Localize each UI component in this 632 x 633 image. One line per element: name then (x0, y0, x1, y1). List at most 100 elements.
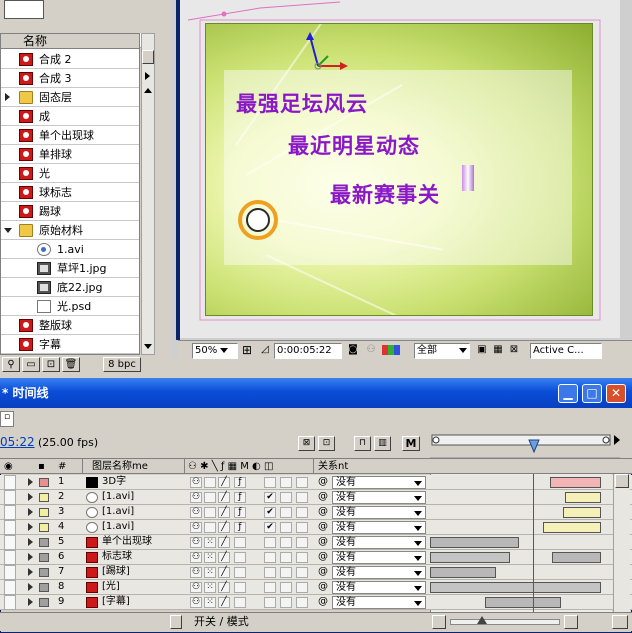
collapse-switch[interactable]: ⁙ (204, 582, 216, 593)
layer-row[interactable]: 3 [1.avi] ⚇ ╱ ƒ ✔ @ 没有 (0, 505, 632, 520)
motion-blur-switch[interactable] (264, 537, 276, 548)
layer-visibility-toggle[interactable] (4, 520, 16, 535)
layer-label-color[interactable] (39, 523, 49, 532)
adjustment-switch[interactable] (280, 522, 292, 533)
shy-switch[interactable]: ⚇ (190, 537, 202, 548)
layer-visibility-toggle[interactable] (4, 475, 16, 490)
project-item[interactable]: 字幕 (1, 335, 139, 354)
trash-icon[interactable]: 🗑 (62, 357, 80, 372)
project-item[interactable]: 单排球 (1, 145, 139, 164)
project-item[interactable]: 草坪1.jpg (1, 259, 139, 278)
scroll-thumb[interactable] (142, 50, 154, 64)
pick-whip-icon[interactable]: @ (318, 520, 328, 535)
timeline-zoom-slider[interactable] (450, 616, 560, 625)
3d-layer-switch[interactable] (296, 477, 308, 488)
layer-duration-bar[interactable] (562, 507, 602, 518)
project-vertical-scrollbar[interactable] (141, 33, 155, 355)
scroll-up-icon[interactable] (615, 474, 629, 488)
adjustment-switch[interactable] (280, 507, 292, 518)
effect-switch[interactable] (234, 537, 246, 548)
camera-dropdown[interactable]: Active C... (530, 343, 602, 359)
project-item[interactable]: 合成 2 (1, 50, 139, 69)
zoom-out-timeline-icon[interactable] (432, 615, 446, 629)
shy-switch[interactable]: ⚇ (190, 507, 202, 518)
quality-switch[interactable]: ╱ (218, 522, 230, 533)
effect-switch[interactable]: ƒ (234, 522, 246, 533)
resolution-dropdown[interactable]: 全部 (414, 343, 470, 359)
layer-duration-bar[interactable] (430, 552, 511, 563)
motion-blur-switch[interactable]: ✔ (264, 522, 276, 533)
new-folder-icon[interactable]: ▭ (22, 357, 40, 372)
adjustment-switch[interactable] (280, 552, 292, 563)
parent-dropdown[interactable]: 没有 (332, 581, 426, 594)
effect-switch[interactable] (234, 582, 246, 593)
motion-blur-switch[interactable] (264, 597, 276, 608)
project-item[interactable]: 光.psd (1, 297, 139, 316)
collapse-switch[interactable]: ⁙ (204, 537, 216, 548)
find-icon[interactable]: ⚲ (2, 357, 20, 372)
layer-expand-icon[interactable] (28, 538, 33, 546)
scroll-left-icon[interactable] (170, 615, 182, 629)
quality-switch[interactable]: ╱ (218, 582, 230, 593)
layer-duration-bar[interactable] (542, 522, 602, 533)
layer-label-color[interactable] (39, 583, 49, 592)
project-item[interactable]: 合成 3 (1, 69, 139, 88)
layer-name[interactable]: [1.avi] (102, 505, 134, 520)
region-of-interest-icon[interactable]: ▣ (476, 343, 488, 359)
collapse-switch[interactable]: ⁙ (204, 567, 216, 578)
parent-dropdown[interactable]: 没有 (332, 521, 426, 534)
3d-layer-switch[interactable] (296, 492, 308, 503)
project-item-list[interactable]: 名称 合成 2 合成 3 固态层成单个出现球 单排球光球标志 踢球 原始材料 1.avi 草坪… (0, 33, 140, 355)
layer-label-color[interactable] (39, 478, 49, 487)
layer-visibility-toggle[interactable] (4, 595, 16, 610)
collapse-switch[interactable] (204, 477, 216, 488)
current-time-display[interactable]: 0:00:05:22 (274, 343, 342, 359)
layer-duration-bar[interactable] (484, 597, 562, 608)
quality-switch[interactable]: ╱ (218, 537, 230, 548)
layer-visibility-toggle[interactable] (4, 505, 16, 520)
bit-depth-button[interactable]: 8 bpc (103, 357, 141, 372)
layer-name[interactable]: [踢球] (102, 565, 130, 580)
3d-layer-switch[interactable] (296, 522, 308, 533)
effect-switch[interactable]: ƒ (234, 492, 246, 503)
3d-layer-switch[interactable] (296, 552, 308, 563)
layer-name[interactable]: [字幕] (102, 595, 130, 610)
mask-icon[interactable]: ◿ (258, 343, 272, 359)
comp-flowchart-icon[interactable]: ⊡ (318, 436, 335, 451)
draft-3d-icon[interactable]: ⊓ (354, 436, 371, 451)
column-header-number[interactable]: # (58, 459, 66, 474)
motion-blur-switch[interactable] (264, 477, 276, 488)
3d-layer-switch[interactable] (296, 597, 308, 608)
show-snapshot-icon[interactable]: ⚇ (364, 343, 378, 359)
frame-blending-icon[interactable]: ▥ (374, 436, 391, 451)
channel-icon[interactable] (382, 343, 404, 359)
project-item[interactable]: 踢球 (1, 202, 139, 221)
collapse-switch[interactable] (204, 492, 216, 503)
expand-open-icon[interactable] (4, 228, 12, 233)
column-header-layer-name[interactable]: 图层名称me (92, 459, 148, 474)
layer-name[interactable]: [光] (102, 580, 120, 595)
3d-layer-switch[interactable] (296, 507, 308, 518)
shy-switch[interactable]: ⚇ (190, 492, 202, 503)
effect-switch[interactable] (234, 567, 246, 578)
zoom-in-timeline-icon[interactable] (564, 615, 578, 629)
layer-duration-bar[interactable] (430, 537, 520, 548)
effect-switch[interactable] (234, 552, 246, 563)
pick-whip-icon[interactable]: @ (318, 580, 328, 595)
layer-duration-bar[interactable] (430, 567, 496, 578)
layer-visibility-toggle[interactable] (4, 580, 16, 595)
layer-row[interactable]: 8 [光] ⚇ ⁙ ╱ @ 没有 (0, 580, 632, 595)
collapse-switch[interactable] (204, 507, 216, 518)
pick-whip-icon[interactable]: @ (318, 565, 328, 580)
quality-switch[interactable]: ╱ (218, 597, 230, 608)
motion-blur-switch[interactable] (264, 552, 276, 563)
switches-modes-toggle[interactable]: 开关 / 模式 (194, 615, 249, 629)
motion-blur-switch[interactable] (264, 582, 276, 593)
layer-visibility-toggle[interactable] (4, 535, 16, 550)
layer-visibility-toggle[interactable] (4, 550, 16, 565)
parent-dropdown[interactable]: 没有 (332, 506, 426, 519)
collapse-switch[interactable]: ⁙ (204, 552, 216, 563)
adjustment-switch[interactable] (280, 537, 292, 548)
quality-switch[interactable]: ╱ (218, 477, 230, 488)
pick-whip-icon[interactable]: @ (318, 535, 328, 550)
